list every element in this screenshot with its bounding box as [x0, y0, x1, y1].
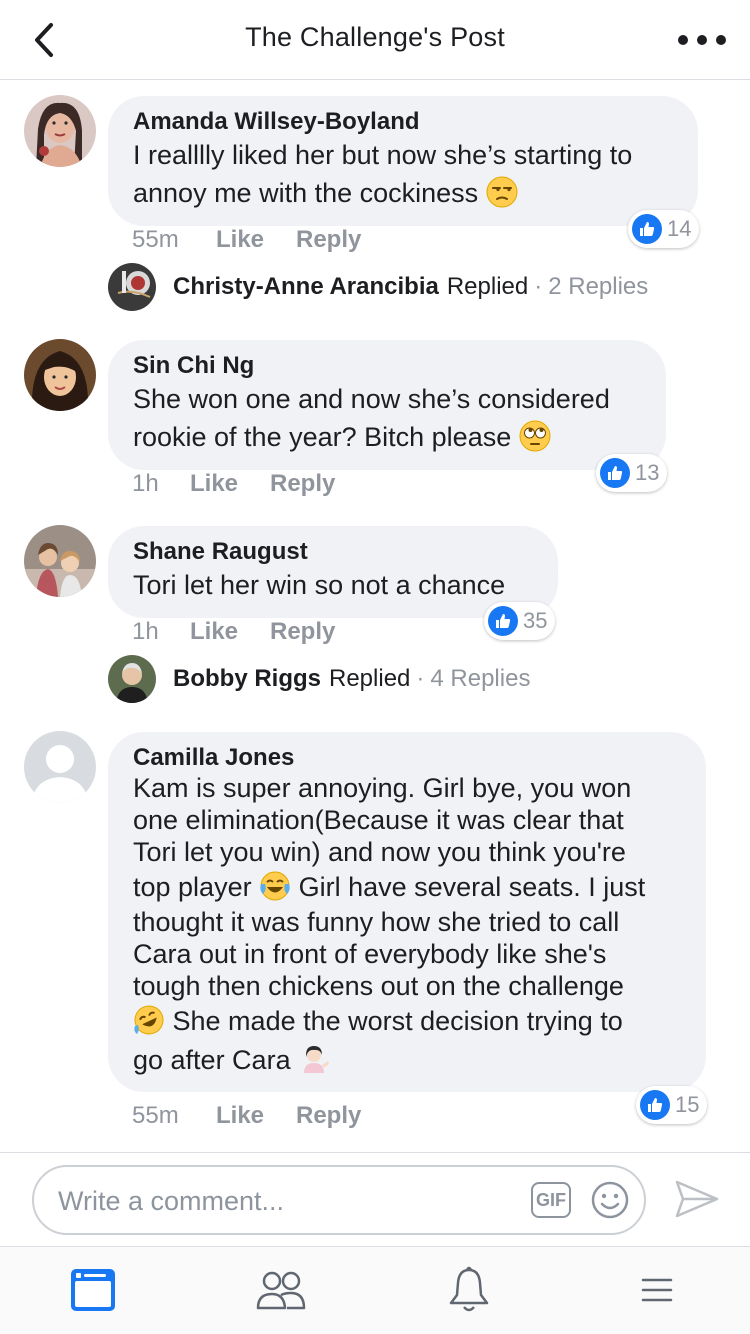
comment-author[interactable]: Amanda Willsey-Boyland: [133, 108, 673, 136]
notifications-bell-icon: [449, 1266, 489, 1312]
send-button[interactable]: [674, 1179, 720, 1219]
default-profile-icon: [24, 731, 96, 803]
comment-text-line: Tori let you win) and now you think you'…: [133, 837, 626, 867]
avatar: [108, 263, 156, 311]
comment-actions: 1h Like Reply: [132, 470, 335, 498]
person-tipping-hand-icon: [304, 1046, 330, 1073]
news-feed-icon: [71, 1269, 115, 1311]
like-reaction-count[interactable]: 35: [484, 602, 556, 640]
comment-text-line: Tori let her win so not a chance: [133, 570, 506, 600]
tab-notifications[interactable]: [442, 1265, 496, 1315]
avatar[interactable]: [24, 525, 96, 597]
comment-text-line: rookie of the year? Bitch please: [133, 422, 512, 452]
comment-timestamp: 1h: [132, 470, 159, 497]
comment-author[interactable]: Shane Raugust: [133, 538, 533, 566]
like-button[interactable]: Like: [190, 618, 270, 646]
avatar: [108, 655, 156, 703]
reply-button[interactable]: Reply: [296, 1102, 361, 1130]
menu-icon: [641, 1278, 673, 1302]
comment-actions: 55m Like Reply: [132, 1102, 361, 1130]
more-dots-icon: [678, 35, 688, 45]
replies-count: 4 Replies: [430, 665, 531, 692]
comment-author[interactable]: Sin Chi Ng: [133, 352, 641, 380]
thumbs-up-icon: [640, 1090, 670, 1120]
comment-text-line: go after Cara: [133, 1045, 291, 1075]
like-button[interactable]: Like: [190, 470, 270, 498]
tab-menu[interactable]: [630, 1265, 684, 1315]
like-button[interactable]: Like: [216, 1102, 296, 1130]
like-reaction-count[interactable]: 13: [596, 454, 668, 492]
comment-text-line: one elimination(Because it was clear tha…: [133, 805, 624, 835]
comment-text-line: Kam is super annoying. Girl bye, you won: [133, 773, 632, 803]
gif-button[interactable]: GIF: [531, 1182, 571, 1218]
comment-text-line: She made the worst decision trying to: [172, 1006, 623, 1036]
smiley-icon: [591, 1181, 629, 1219]
comment-actions: 55m Like Reply: [132, 226, 361, 254]
reply-button[interactable]: Reply: [270, 470, 335, 498]
comment-actions: 1h Like Reply: [132, 618, 335, 646]
comment-text-line: I realllly liked her but now she’s start…: [133, 140, 633, 170]
view-replies-link[interactable]: Christy-Anne Arancibia Replied · 2 Repli…: [108, 263, 648, 311]
reply-button[interactable]: Reply: [296, 226, 361, 254]
comment-author[interactable]: Camilla Jones: [133, 744, 681, 772]
comment-timestamp: 1h: [132, 618, 159, 645]
view-replies-link[interactable]: Bobby Riggs Replied · 4 Replies: [108, 655, 530, 703]
avatar[interactable]: [24, 95, 96, 167]
avatar[interactable]: [24, 731, 96, 803]
comment-text-line: tough then chickens out on the challenge: [133, 971, 624, 1001]
comment-text-line: top player: [133, 872, 252, 902]
comment-bubble: Camilla Jones Kam is super annoying. Gir…: [108, 732, 706, 1092]
send-icon: [675, 1180, 719, 1218]
comment-composer: Write a comment... GIF: [0, 1152, 750, 1246]
comment-timestamp: 55m: [132, 1102, 179, 1129]
comment-text-line: Cara out in front of everybody like she'…: [133, 939, 607, 969]
avatar[interactable]: [24, 339, 96, 411]
top-nav-bar: The Challenge's Post: [0, 0, 750, 80]
comment-text-line: annoy me with the cockiness: [133, 178, 479, 208]
reply-author: Christy-Anne Arancibia: [173, 273, 439, 300]
reply-button[interactable]: Reply: [270, 618, 335, 646]
comment-bubble: Sin Chi Ng She won one and now she’s con…: [108, 340, 666, 470]
rolling-eyes-face-icon: [519, 420, 551, 452]
thumbs-up-icon: [632, 214, 662, 244]
page-title: The Challenge's Post: [245, 22, 505, 52]
comment-input-placeholder: Write a comment...: [58, 1186, 285, 1216]
like-reaction-count[interactable]: 14: [628, 210, 700, 248]
like-button[interactable]: Like: [216, 226, 296, 254]
comment-bubble: Shane Raugust Tori let her win so not a …: [108, 526, 558, 618]
unamused-face-icon: [486, 176, 518, 208]
comment-input[interactable]: Write a comment... GIF: [32, 1165, 646, 1235]
reply-author: Bobby Riggs: [173, 665, 321, 692]
tab-friends[interactable]: [254, 1265, 308, 1315]
replies-count: 2 Replies: [548, 273, 649, 300]
tab-news-feed[interactable]: [66, 1265, 120, 1315]
comment-text-line: She won one and now she’s considered: [133, 384, 610, 414]
thumbs-up-icon: [600, 458, 630, 488]
friends-icon: [256, 1271, 306, 1310]
like-reaction-count[interactable]: 15: [636, 1086, 708, 1124]
face-with-tears-of-joy-icon: [260, 871, 290, 901]
comment-timestamp: 55m: [132, 226, 179, 253]
rolling-on-floor-laughing-icon: [134, 1005, 164, 1035]
bottom-tab-bar: [0, 1246, 750, 1334]
comment-text-line: Girl have several seats. I just: [298, 872, 646, 902]
emoji-button[interactable]: [590, 1180, 630, 1220]
more-options-button[interactable]: [678, 26, 726, 54]
comment-text-line: thought it was funny how she tried to ca…: [133, 907, 620, 937]
thumbs-up-icon: [488, 606, 518, 636]
comment-bubble: Amanda Willsey-Boyland I realllly liked …: [108, 96, 698, 226]
